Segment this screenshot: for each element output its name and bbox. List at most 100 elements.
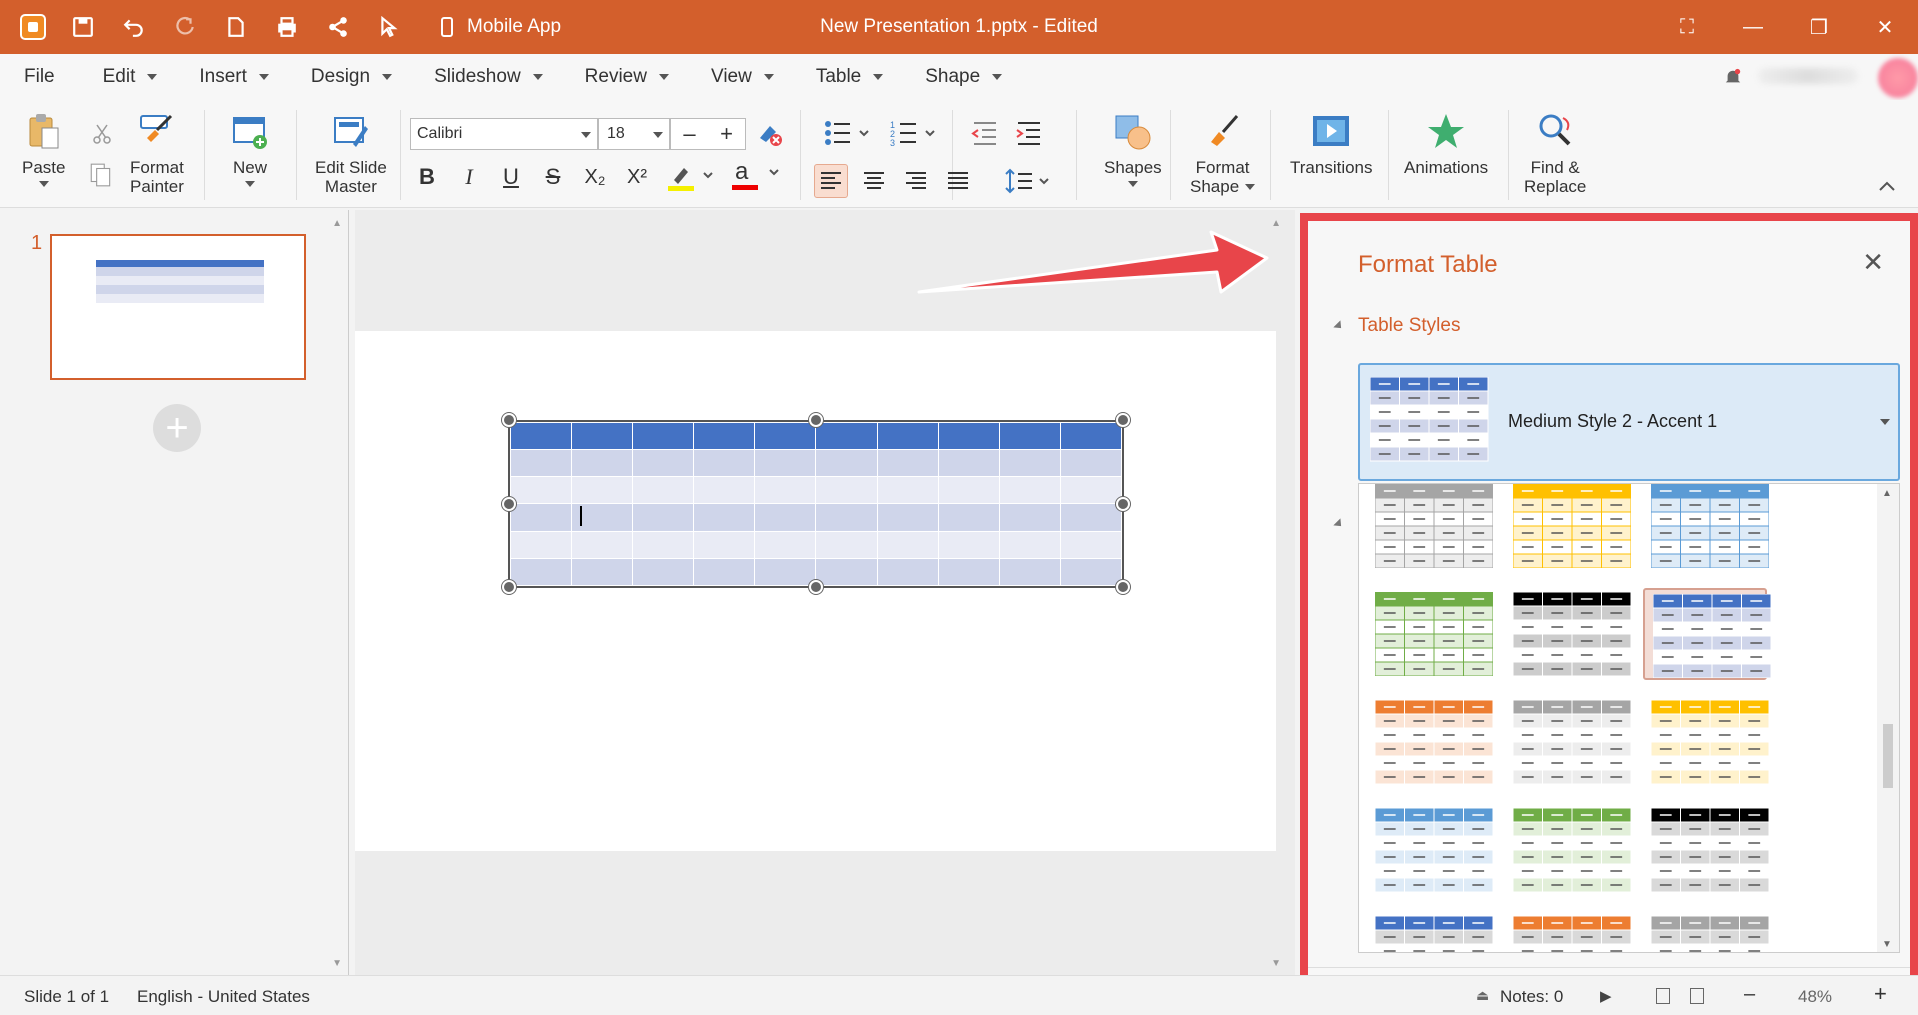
new-document-icon[interactable] xyxy=(222,13,250,41)
minimize-button[interactable]: — xyxy=(1720,0,1786,54)
user-account[interactable] xyxy=(1718,56,1918,98)
play-slideshow-icon[interactable]: ▶ xyxy=(1600,987,1612,1005)
paste-button[interactable]: Paste xyxy=(22,112,65,187)
undo-icon[interactable] xyxy=(120,13,148,41)
close-icon[interactable]: ✕ xyxy=(1862,247,1884,278)
add-slide-button[interactable]: + xyxy=(153,404,201,452)
edit-slide-master-button[interactable]: Edit Slide Master xyxy=(315,112,387,196)
font-family-select[interactable]: Calibri xyxy=(410,118,598,150)
scroll-down-icon[interactable]: ▼ xyxy=(332,958,342,969)
underline-button[interactable]: U xyxy=(496,162,526,192)
gallery-scrollbar[interactable]: ▲ ▼ xyxy=(1877,484,1899,952)
font-size-select[interactable]: 18 xyxy=(598,118,670,150)
strikethrough-button[interactable]: S xyxy=(538,162,568,192)
resize-handle-s[interactable] xyxy=(809,580,823,594)
table-style-option[interactable] xyxy=(1643,696,1769,788)
notes-count[interactable]: Notes: 0 xyxy=(1500,987,1563,1007)
numbered-list-icon[interactable]: 123 xyxy=(890,120,940,146)
table-style-option[interactable] xyxy=(1505,696,1631,788)
table-style-option[interactable] xyxy=(1367,696,1493,788)
resize-handle-w[interactable] xyxy=(502,497,516,511)
scroll-thumb[interactable] xyxy=(1883,724,1893,788)
table-style-option[interactable] xyxy=(1643,804,1769,896)
scroll-up-icon[interactable]: ▲ xyxy=(1882,488,1892,499)
subscript-button[interactable]: X₂ xyxy=(580,162,610,192)
menu-slideshow[interactable]: Slideshow xyxy=(434,66,561,88)
bullet-list-icon[interactable] xyxy=(824,120,874,146)
table-style-option[interactable] xyxy=(1505,912,1631,952)
table-style-option[interactable] xyxy=(1643,484,1769,572)
scroll-up-icon[interactable]: ▲ xyxy=(332,218,342,229)
zoom-in-button[interactable]: + xyxy=(1874,981,1887,1007)
table-style-option[interactable] xyxy=(1367,484,1493,572)
shapes-button[interactable]: Shapes xyxy=(1104,112,1162,187)
format-shape-button[interactable]: Format Shape xyxy=(1190,112,1256,196)
menu-view[interactable]: View xyxy=(711,66,792,88)
find-replace-button[interactable]: Find & Replace xyxy=(1524,112,1586,196)
menu-design[interactable]: Design xyxy=(311,66,410,88)
maximize-button[interactable]: ❐ xyxy=(1786,0,1852,54)
superscript-button[interactable]: X² xyxy=(622,162,652,192)
scroll-down-icon[interactable]: ▼ xyxy=(1882,939,1892,950)
resize-handle-ne[interactable] xyxy=(1116,413,1130,427)
align-left-button[interactable] xyxy=(814,164,848,198)
notes-toggle-icon[interactable]: ⏏ xyxy=(1476,987,1489,1004)
format-painter-button[interactable]: Format Painter xyxy=(130,112,184,196)
mobile-app-button[interactable]: Mobile App xyxy=(441,16,561,38)
italic-button[interactable]: I xyxy=(454,162,484,192)
slide-thumbnail[interactable] xyxy=(50,234,306,380)
table-style-option[interactable] xyxy=(1367,804,1493,896)
transitions-button[interactable]: Transitions xyxy=(1290,112,1373,177)
save-icon[interactable] xyxy=(69,13,97,41)
menu-table[interactable]: Table xyxy=(816,66,901,88)
table-style-option[interactable] xyxy=(1505,588,1631,680)
language-status[interactable]: English - United States xyxy=(137,987,310,1007)
bold-button[interactable]: B xyxy=(412,162,442,192)
collapse-triangle-icon[interactable] xyxy=(1333,518,1345,530)
resize-handle-sw[interactable] xyxy=(502,580,516,594)
justify-button[interactable] xyxy=(941,164,975,198)
table-style-option[interactable] xyxy=(1367,912,1493,952)
table-styles-section[interactable]: Table Styles xyxy=(1333,315,1460,337)
font-color-button[interactable]: a xyxy=(732,158,786,192)
scroll-down-icon[interactable]: ▼ xyxy=(1271,958,1281,969)
zoom-out-button[interactable]: – xyxy=(1744,983,1755,1006)
redo-icon[interactable] xyxy=(171,13,199,41)
decrease-indent-icon[interactable] xyxy=(970,120,998,146)
highlight-color-icon[interactable] xyxy=(666,162,720,192)
align-right-button[interactable] xyxy=(899,164,933,198)
decrease-font-button[interactable]: – xyxy=(671,119,708,149)
normal-view-icon[interactable] xyxy=(1656,988,1670,1004)
menu-insert[interactable]: Insert xyxy=(199,66,287,88)
increase-indent-icon[interactable] xyxy=(1014,120,1042,146)
table-style-option[interactable] xyxy=(1367,588,1493,680)
menu-shape[interactable]: Shape xyxy=(925,66,1020,88)
share-icon[interactable] xyxy=(324,13,352,41)
menu-file[interactable]: File xyxy=(24,66,79,88)
table-style-option[interactable] xyxy=(1643,588,1771,680)
resize-handle-nw[interactable] xyxy=(502,413,516,427)
avatar[interactable] xyxy=(1878,58,1918,98)
animations-button[interactable]: Animations xyxy=(1404,112,1488,177)
close-button[interactable]: ✕ xyxy=(1852,0,1918,54)
resize-handle-e[interactable] xyxy=(1116,497,1130,511)
line-spacing-icon[interactable] xyxy=(1004,168,1052,194)
resize-handle-n[interactable] xyxy=(809,413,823,427)
collapse-ribbon-icon[interactable] xyxy=(1878,180,1896,192)
table-style-option[interactable] xyxy=(1643,912,1769,952)
slide-table[interactable] xyxy=(508,420,1124,588)
notes-view-icon[interactable] xyxy=(1690,988,1704,1004)
table-style-option[interactable] xyxy=(1505,484,1631,572)
cut-icon[interactable] xyxy=(90,122,114,146)
align-center-button[interactable] xyxy=(857,164,891,198)
table-grid[interactable] xyxy=(509,421,1123,587)
new-slide-button[interactable]: New xyxy=(230,112,270,187)
increase-font-button[interactable]: + xyxy=(708,119,745,149)
print-icon[interactable] xyxy=(273,13,301,41)
menu-review[interactable]: Review xyxy=(585,66,687,88)
copy-icon[interactable] xyxy=(88,162,114,188)
table-style-dropdown[interactable]: Medium Style 2 - Accent 1 xyxy=(1358,363,1900,481)
slideshow-cursor-icon[interactable] xyxy=(375,13,403,41)
resize-handle-se[interactable] xyxy=(1116,580,1130,594)
clear-formatting-icon[interactable] xyxy=(756,120,784,148)
